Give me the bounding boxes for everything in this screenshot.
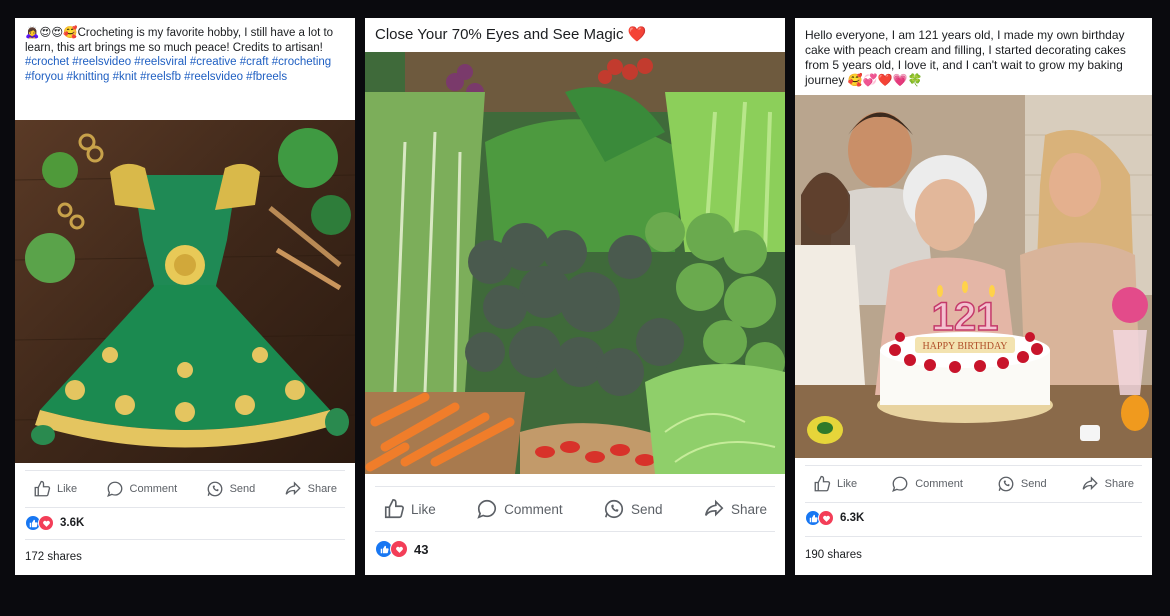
- like-button[interactable]: Like: [805, 475, 865, 493]
- love-reaction-icon: [38, 515, 54, 531]
- post-actions: Like Comment Send Share: [805, 465, 1142, 503]
- caption-text: 🙇‍♀️😍😍🥰Crocheting is my favorite hobby, …: [25, 27, 334, 54]
- reaction-count: 6.3K: [840, 512, 865, 524]
- reaction-count: 3.6K: [60, 517, 85, 529]
- send-label: Send: [631, 501, 663, 517]
- share-label: Share: [307, 483, 337, 495]
- divider: [805, 536, 1142, 537]
- reaction-summary[interactable]: 6.3K: [805, 510, 864, 526]
- post-caption: Hello everyone, I am 121 years old, I ma…: [805, 28, 1126, 87]
- reaction-summary[interactable]: 43: [375, 540, 428, 558]
- post-actions: Like Comment Send Share: [375, 486, 775, 532]
- share-button[interactable]: Share: [695, 498, 775, 520]
- comment-button[interactable]: Comment: [98, 480, 186, 498]
- comment-label: Comment: [915, 478, 963, 490]
- comment-bubble-icon: [477, 499, 497, 519]
- send-label: Send: [1020, 478, 1047, 490]
- comment-bubble-icon: [892, 476, 908, 492]
- like-label: Like: [837, 478, 858, 490]
- hashtags[interactable]: #crochet #reelsvideo #reelsviral #creati…: [25, 55, 345, 84]
- send-button[interactable]: Send: [989, 475, 1055, 493]
- like-button[interactable]: Like: [375, 498, 444, 520]
- shares-count[interactable]: 172 shares: [25, 551, 82, 563]
- post-card-crochet: 🙇‍♀️😍😍🥰Crocheting is my favorite hobby, …: [15, 18, 355, 575]
- like-button[interactable]: Like: [25, 480, 85, 498]
- send-label: Send: [229, 483, 256, 495]
- share-label: Share: [730, 501, 767, 517]
- post-actions: Like Comment Send Share: [25, 470, 345, 508]
- share-label: Share: [1104, 478, 1134, 490]
- share-button[interactable]: Share: [1073, 475, 1142, 493]
- elderly-woman-birthday-cake-photo: HAPPY BIRTHDAY 121: [795, 95, 1152, 458]
- thumbs-up-icon: [814, 475, 831, 492]
- post-caption: Close Your 70% Eyes and See Magic ❤️: [375, 26, 647, 43]
- like-label: Like: [411, 501, 436, 517]
- share-button[interactable]: Share: [276, 480, 345, 498]
- thumbs-up-icon: [384, 499, 404, 519]
- post-card-vegetables: Close Your 70% Eyes and See Magic ❤️ Lik…: [365, 18, 785, 575]
- share-arrow-icon: [285, 481, 301, 496]
- crocheted-green-dress-photo: [15, 120, 355, 463]
- shares-count[interactable]: 190 shares: [805, 549, 862, 561]
- thumbs-up-icon: [34, 480, 51, 497]
- reaction-summary[interactable]: 3.6K: [25, 515, 84, 531]
- whatsapp-icon: [604, 499, 624, 519]
- share-arrow-icon: [704, 499, 724, 517]
- post-photo[interactable]: HAPPY BIRTHDAY 121: [795, 95, 1152, 458]
- comment-button[interactable]: Comment: [468, 498, 571, 520]
- cake-greeting: HAPPY BIRTHDAY: [922, 341, 1007, 352]
- vegetable-market-photo: [365, 52, 785, 474]
- post-photo[interactable]: [365, 52, 785, 474]
- love-reaction-icon: [390, 540, 408, 558]
- whatsapp-icon: [207, 481, 222, 497]
- comment-bubble-icon: [106, 481, 122, 497]
- love-reaction-icon: [818, 510, 834, 526]
- post-card-birthday: Hello everyone, I am 121 years old, I ma…: [795, 18, 1152, 575]
- send-button[interactable]: Send: [198, 480, 264, 498]
- comment-label: Comment: [504, 501, 563, 517]
- share-arrow-icon: [1082, 476, 1098, 491]
- like-label: Like: [57, 483, 78, 495]
- post-photo[interactable]: [15, 120, 355, 463]
- reaction-count: 43: [414, 541, 429, 557]
- comment-label: Comment: [129, 483, 178, 495]
- whatsapp-icon: [998, 476, 1014, 492]
- comment-button[interactable]: Comment: [883, 475, 971, 493]
- send-button[interactable]: Send: [595, 498, 671, 520]
- cake-candle-number: 121: [932, 295, 999, 339]
- post-caption: 🙇‍♀️😍😍🥰Crocheting is my favorite hobby, …: [25, 26, 345, 84]
- divider: [25, 539, 345, 540]
